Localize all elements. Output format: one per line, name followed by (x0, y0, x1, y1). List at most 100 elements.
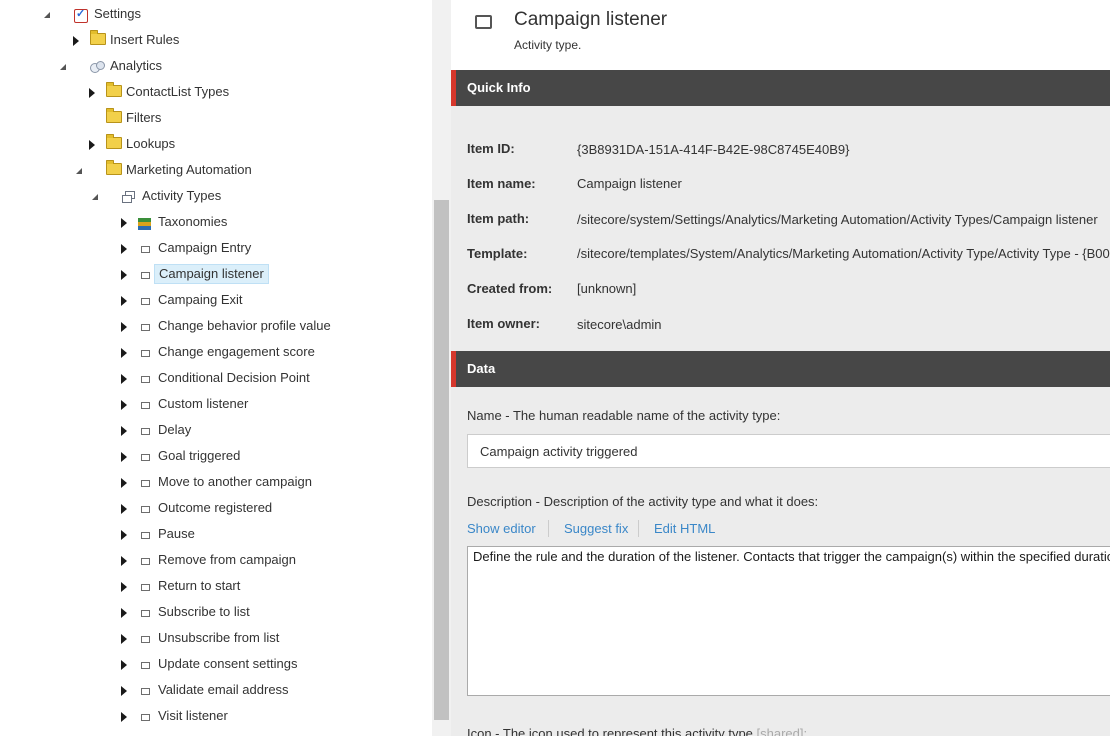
tree-node-label[interactable]: Unsubscribe from list (154, 628, 283, 648)
tree-node-label[interactable]: Validate email address (154, 680, 293, 700)
tree-node-label[interactable]: Move to another campaign (154, 472, 316, 492)
collapse-arrow-icon[interactable] (76, 168, 82, 174)
tree-node-label[interactable]: Return to start (154, 576, 244, 596)
tree-node-pause[interactable]: Pause (0, 524, 430, 546)
tree-node-subscribe-to-list[interactable]: Subscribe to list (0, 602, 430, 624)
expand-arrow-icon[interactable] (121, 660, 127, 670)
tree-node-outcome-registered[interactable]: Outcome registered (0, 498, 430, 520)
tree-node-label[interactable]: Campaign listener (154, 264, 269, 284)
section-accent (451, 70, 456, 106)
tree-node-label[interactable]: Insert Rules (106, 30, 183, 50)
expand-arrow-icon[interactable] (121, 426, 127, 436)
expand-arrow-icon[interactable] (121, 582, 127, 592)
tree-node-unsubscribe-from-list[interactable]: Unsubscribe from list (0, 628, 430, 650)
tree-node-label[interactable]: Goal triggered (154, 446, 244, 466)
tree-node-label[interactable]: Campaing Exit (154, 290, 247, 310)
tree-node-label[interactable]: Pause (154, 524, 199, 544)
tree-node-label[interactable]: Outcome registered (154, 498, 276, 518)
expand-arrow-icon[interactable] (73, 36, 79, 46)
collapse-arrow-icon[interactable] (60, 64, 66, 70)
tree-node-label[interactable]: Activity Types (138, 186, 225, 206)
tree-node-label[interactable]: Marketing Automation (122, 160, 256, 180)
expand-arrow-icon[interactable] (121, 400, 127, 410)
expand-arrow-icon[interactable] (121, 530, 127, 540)
expand-arrow-icon[interactable] (121, 374, 127, 384)
tree-node-label[interactable]: Update consent settings (154, 654, 301, 674)
tree-node-activity-types[interactable]: Activity Types (0, 186, 430, 208)
expand-arrow-icon[interactable] (121, 270, 127, 280)
expand-arrow-icon[interactable] (121, 244, 127, 254)
tree-node-delay[interactable]: Delay (0, 420, 430, 442)
tree-node-campaing-exit[interactable]: Campaing Exit (0, 290, 430, 312)
tree-node-label[interactable]: Visit listener (154, 706, 232, 726)
tree-node-change-behavior-profile-value[interactable]: Change behavior profile value (0, 316, 430, 338)
tree-node-visit-listener[interactable]: Visit listener (0, 706, 430, 728)
description-editor[interactable]: Define the rule and the duration of the … (467, 546, 1110, 696)
tree-node-insert-rules[interactable]: Insert Rules (0, 30, 430, 52)
tree-node-goal-triggered[interactable]: Goal triggered (0, 446, 430, 468)
tree-node-campaign-listener[interactable]: Campaign listener (0, 264, 430, 286)
tree-node-change-engagement-score[interactable]: Change engagement score (0, 342, 430, 364)
expand-arrow-icon[interactable] (121, 686, 127, 696)
tree-node-label[interactable]: Custom listener (154, 394, 252, 414)
content-tree: Settings Insert Rules Analytics ContactList… (0, 0, 432, 736)
template-value[interactable]: /sitecore/templates/System/Analytics/Mar… (577, 246, 1110, 261)
tree-node-label[interactable]: Campaign Entry (154, 238, 255, 258)
tree-node-marketing-automation[interactable]: Marketing Automation (0, 160, 430, 182)
item-path-value[interactable]: /sitecore/system/Settings/Analytics/Mark… (577, 212, 1098, 227)
tree-node-move-to-another-campaign[interactable]: Move to another campaign (0, 472, 430, 494)
tree-node-return-to-start[interactable]: Return to start (0, 576, 430, 598)
quick-info-section-header[interactable]: Quick Info (451, 70, 1110, 106)
tree-node-settings[interactable]: Settings (0, 4, 430, 26)
tree-node-contactlist-types[interactable]: ContactList Types (0, 82, 430, 104)
expand-arrow-icon[interactable] (121, 608, 127, 618)
tree-node-label[interactable]: Change engagement score (154, 342, 319, 362)
expand-arrow-icon[interactable] (121, 322, 127, 332)
expand-arrow-icon[interactable] (121, 348, 127, 358)
collapse-arrow-icon[interactable] (92, 194, 98, 200)
item-id-value[interactable]: {3B8931DA-151A-414F-B42E-98C8745E40B9} (577, 142, 849, 157)
tree-node-validate-email-address[interactable]: Validate email address (0, 680, 430, 702)
tree-node-filters[interactable]: Filters (0, 108, 430, 130)
tree-node-label[interactable]: Analytics (106, 56, 166, 76)
expand-arrow-icon[interactable] (121, 478, 127, 488)
tree-node-label[interactable]: Remove from campaign (154, 550, 300, 570)
created-from-value: [unknown] (577, 281, 637, 296)
expand-arrow-icon[interactable] (121, 296, 127, 306)
expand-arrow-icon[interactable] (89, 88, 95, 98)
edit-html-link[interactable]: Edit HTML (654, 521, 715, 536)
tree-node-label[interactable]: ContactList Types (122, 82, 233, 102)
tree-scrollbar-thumb[interactable] (434, 200, 449, 720)
expand-arrow-icon[interactable] (121, 634, 127, 644)
name-field[interactable] (467, 434, 1110, 468)
tree-node-label[interactable]: Filters (122, 108, 165, 128)
tree-node-label[interactable]: Settings (90, 4, 145, 24)
tree-node-label[interactable]: Change behavior profile value (154, 316, 335, 336)
suggest-fix-link[interactable]: Suggest fix (564, 521, 628, 536)
item-path-label: Item path: (467, 211, 530, 226)
tree-node-label[interactable]: Subscribe to list (154, 602, 254, 622)
tree-node-label[interactable]: Conditional Decision Point (154, 368, 314, 388)
folder-icon (90, 30, 106, 45)
collapse-arrow-icon[interactable] (44, 12, 50, 18)
tree-node-label[interactable]: Lookups (122, 134, 179, 154)
tree-node-custom-listener[interactable]: Custom listener (0, 394, 430, 416)
tree-node-conditional-decision-point[interactable]: Conditional Decision Point (0, 368, 430, 390)
tree-scrollbar[interactable] (432, 0, 451, 736)
tree-node-campaign-entry[interactable]: Campaign Entry (0, 238, 430, 260)
expand-arrow-icon[interactable] (121, 712, 127, 722)
show-editor-link[interactable]: Show editor (467, 521, 536, 536)
tree-node-analytics[interactable]: Analytics (0, 56, 430, 78)
expand-arrow-icon[interactable] (121, 452, 127, 462)
expand-arrow-icon[interactable] (121, 556, 127, 566)
data-section-header[interactable]: Data (451, 351, 1110, 387)
expand-arrow-icon[interactable] (89, 140, 95, 150)
expand-arrow-icon[interactable] (121, 504, 127, 514)
tree-node-label[interactable]: Taxonomies (154, 212, 231, 232)
tree-node-remove-from-campaign[interactable]: Remove from campaign (0, 550, 430, 572)
tree-node-lookups[interactable]: Lookups (0, 134, 430, 156)
tree-node-label[interactable]: Delay (154, 420, 195, 440)
tree-node-update-consent-settings[interactable]: Update consent settings (0, 654, 430, 676)
expand-arrow-icon[interactable] (121, 218, 127, 228)
tree-node-taxonomies[interactable]: Taxonomies (0, 212, 430, 234)
